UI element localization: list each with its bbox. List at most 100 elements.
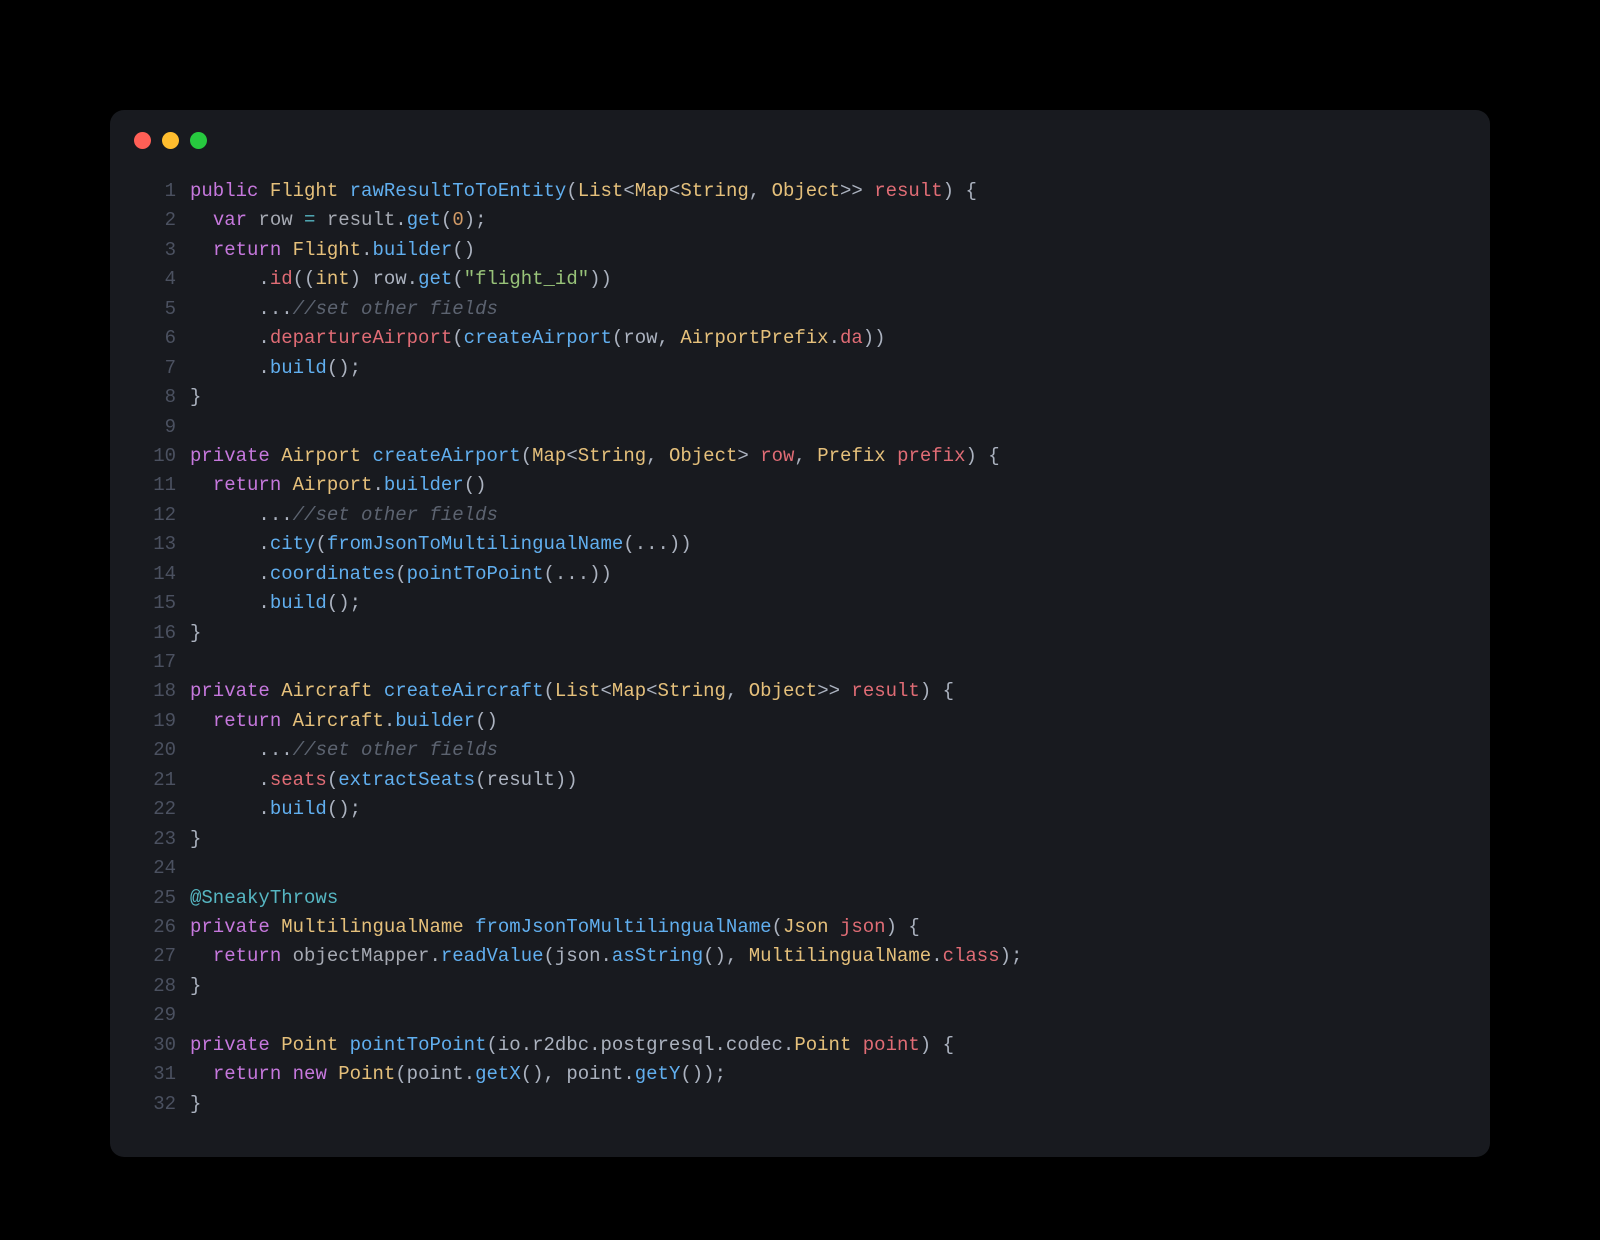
code-content: [190, 648, 1466, 677]
code-editor: 1public Flight rawResultToToEntity(List<…: [110, 159, 1490, 1119]
code-line: 2 var row = result.get(0);: [134, 206, 1466, 235]
code-content: .build();: [190, 589, 1466, 618]
line-number: 32: [134, 1090, 190, 1119]
code-content: [190, 1001, 1466, 1030]
code-content: [190, 413, 1466, 442]
code-content: return Airport.builder(): [190, 471, 1466, 500]
line-number: 4: [134, 265, 190, 294]
code-line: 4 .id((int) row.get("flight_id")): [134, 265, 1466, 294]
code-line: 18private Aircraft createAircraft(List<M…: [134, 677, 1466, 706]
line-number: 13: [134, 530, 190, 559]
code-content: }: [190, 825, 1466, 854]
code-line: 31 return new Point(point.getX(), point.…: [134, 1060, 1466, 1089]
code-content: ...//set other fields: [190, 736, 1466, 765]
code-content: .seats(extractSeats(result)): [190, 766, 1466, 795]
code-line: 7 .build();: [134, 354, 1466, 383]
code-line: 32}: [134, 1090, 1466, 1119]
line-number: 26: [134, 913, 190, 942]
line-number: 28: [134, 972, 190, 1001]
code-line: 6 .departureAirport(createAirport(row, A…: [134, 324, 1466, 353]
window-titlebar: [110, 110, 1490, 159]
code-line: 8}: [134, 383, 1466, 412]
code-content: return new Point(point.getX(), point.get…: [190, 1060, 1466, 1089]
code-content: }: [190, 972, 1466, 1001]
code-line: 30private Point pointToPoint(io.r2dbc.po…: [134, 1031, 1466, 1060]
code-line: 23}: [134, 825, 1466, 854]
code-content: return Flight.builder(): [190, 236, 1466, 265]
line-number: 1: [134, 177, 190, 206]
line-number: 20: [134, 736, 190, 765]
code-line: 9: [134, 413, 1466, 442]
line-number: 2: [134, 206, 190, 235]
line-number: 15: [134, 589, 190, 618]
code-content: .city(fromJsonToMultilingualName(...)): [190, 530, 1466, 559]
code-content: ...//set other fields: [190, 295, 1466, 324]
code-content: }: [190, 383, 1466, 412]
code-line: 19 return Aircraft.builder(): [134, 707, 1466, 736]
line-number: 16: [134, 619, 190, 648]
minimize-icon[interactable]: [162, 132, 179, 149]
line-number: 25: [134, 884, 190, 913]
line-number: 17: [134, 648, 190, 677]
code-line: 13 .city(fromJsonToMultilingualName(...)…: [134, 530, 1466, 559]
code-content: private Aircraft createAircraft(List<Map…: [190, 677, 1466, 706]
code-line: 5 ...//set other fields: [134, 295, 1466, 324]
code-line: 27 return objectMapper.readValue(json.as…: [134, 942, 1466, 971]
line-number: 3: [134, 236, 190, 265]
code-content: .departureAirport(createAirport(row, Air…: [190, 324, 1466, 353]
code-line: 21 .seats(extractSeats(result)): [134, 766, 1466, 795]
line-number: 29: [134, 1001, 190, 1030]
line-number: 9: [134, 413, 190, 442]
line-number: 10: [134, 442, 190, 471]
code-content: public Flight rawResultToToEntity(List<M…: [190, 177, 1466, 206]
line-number: 21: [134, 766, 190, 795]
code-line: 28}: [134, 972, 1466, 1001]
line-number: 7: [134, 354, 190, 383]
line-number: 22: [134, 795, 190, 824]
code-content: @SneakyThrows: [190, 884, 1466, 913]
close-icon[interactable]: [134, 132, 151, 149]
line-number: 30: [134, 1031, 190, 1060]
line-number: 5: [134, 295, 190, 324]
code-line: 20 ...//set other fields: [134, 736, 1466, 765]
code-line: 12 ...//set other fields: [134, 501, 1466, 530]
code-content: }: [190, 619, 1466, 648]
code-line: 29: [134, 1001, 1466, 1030]
code-content: .coordinates(pointToPoint(...)): [190, 560, 1466, 589]
line-number: 27: [134, 942, 190, 971]
code-line: 22 .build();: [134, 795, 1466, 824]
line-number: 18: [134, 677, 190, 706]
line-number: 14: [134, 560, 190, 589]
line-number: 12: [134, 501, 190, 530]
code-content: private MultilingualName fromJsonToMulti…: [190, 913, 1466, 942]
code-line: 24: [134, 854, 1466, 883]
code-content: private Airport createAirport(Map<String…: [190, 442, 1466, 471]
line-number: 19: [134, 707, 190, 736]
code-line: 16}: [134, 619, 1466, 648]
code-content: private Point pointToPoint(io.r2dbc.post…: [190, 1031, 1466, 1060]
code-content: .build();: [190, 795, 1466, 824]
code-line: 26private MultilingualName fromJsonToMul…: [134, 913, 1466, 942]
code-content: .id((int) row.get("flight_id")): [190, 265, 1466, 294]
code-content: var row = result.get(0);: [190, 206, 1466, 235]
code-content: ...//set other fields: [190, 501, 1466, 530]
line-number: 11: [134, 471, 190, 500]
code-line: 3 return Flight.builder(): [134, 236, 1466, 265]
code-content: }: [190, 1090, 1466, 1119]
code-line: 25@SneakyThrows: [134, 884, 1466, 913]
maximize-icon[interactable]: [190, 132, 207, 149]
line-number: 31: [134, 1060, 190, 1089]
code-line: 14 .coordinates(pointToPoint(...)): [134, 560, 1466, 589]
code-line: 17: [134, 648, 1466, 677]
line-number: 6: [134, 324, 190, 353]
code-content: return objectMapper.readValue(json.asStr…: [190, 942, 1466, 971]
code-line: 1public Flight rawResultToToEntity(List<…: [134, 177, 1466, 206]
code-content: [190, 854, 1466, 883]
line-number: 24: [134, 854, 190, 883]
code-line: 10private Airport createAirport(Map<Stri…: [134, 442, 1466, 471]
code-content: return Aircraft.builder(): [190, 707, 1466, 736]
code-content: .build();: [190, 354, 1466, 383]
code-line: 15 .build();: [134, 589, 1466, 618]
line-number: 8: [134, 383, 190, 412]
line-number: 23: [134, 825, 190, 854]
